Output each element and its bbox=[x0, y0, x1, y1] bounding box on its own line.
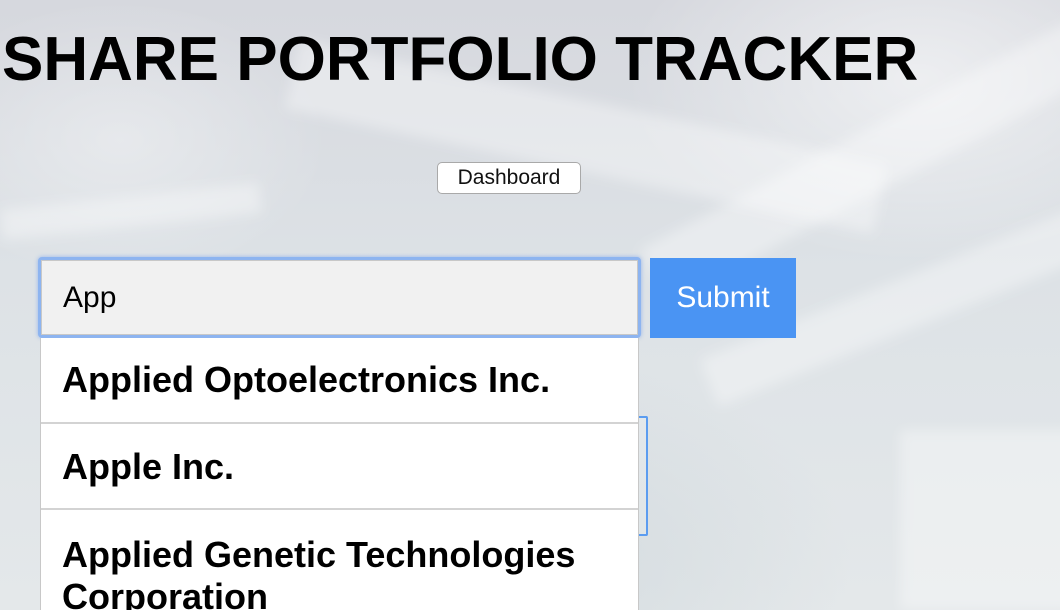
background-streak bbox=[0, 182, 262, 240]
page-title: SHARE PORTFOLIO TRACKER bbox=[2, 25, 919, 94]
search-field[interactable] bbox=[38, 257, 641, 338]
background-streak bbox=[900, 430, 1060, 610]
submit-button[interactable]: Submit bbox=[650, 258, 796, 338]
dashboard-button[interactable]: Dashboard bbox=[437, 162, 581, 194]
autocomplete-dropdown: Applied Optoelectronics Inc. Apple Inc. … bbox=[40, 338, 639, 610]
autocomplete-option[interactable]: Applied Genetic Technologies Corporation bbox=[41, 510, 638, 610]
autocomplete-option[interactable]: Apple Inc. bbox=[41, 424, 638, 510]
autocomplete-option[interactable]: Applied Optoelectronics Inc. bbox=[41, 338, 638, 424]
search-input[interactable] bbox=[41, 260, 638, 335]
